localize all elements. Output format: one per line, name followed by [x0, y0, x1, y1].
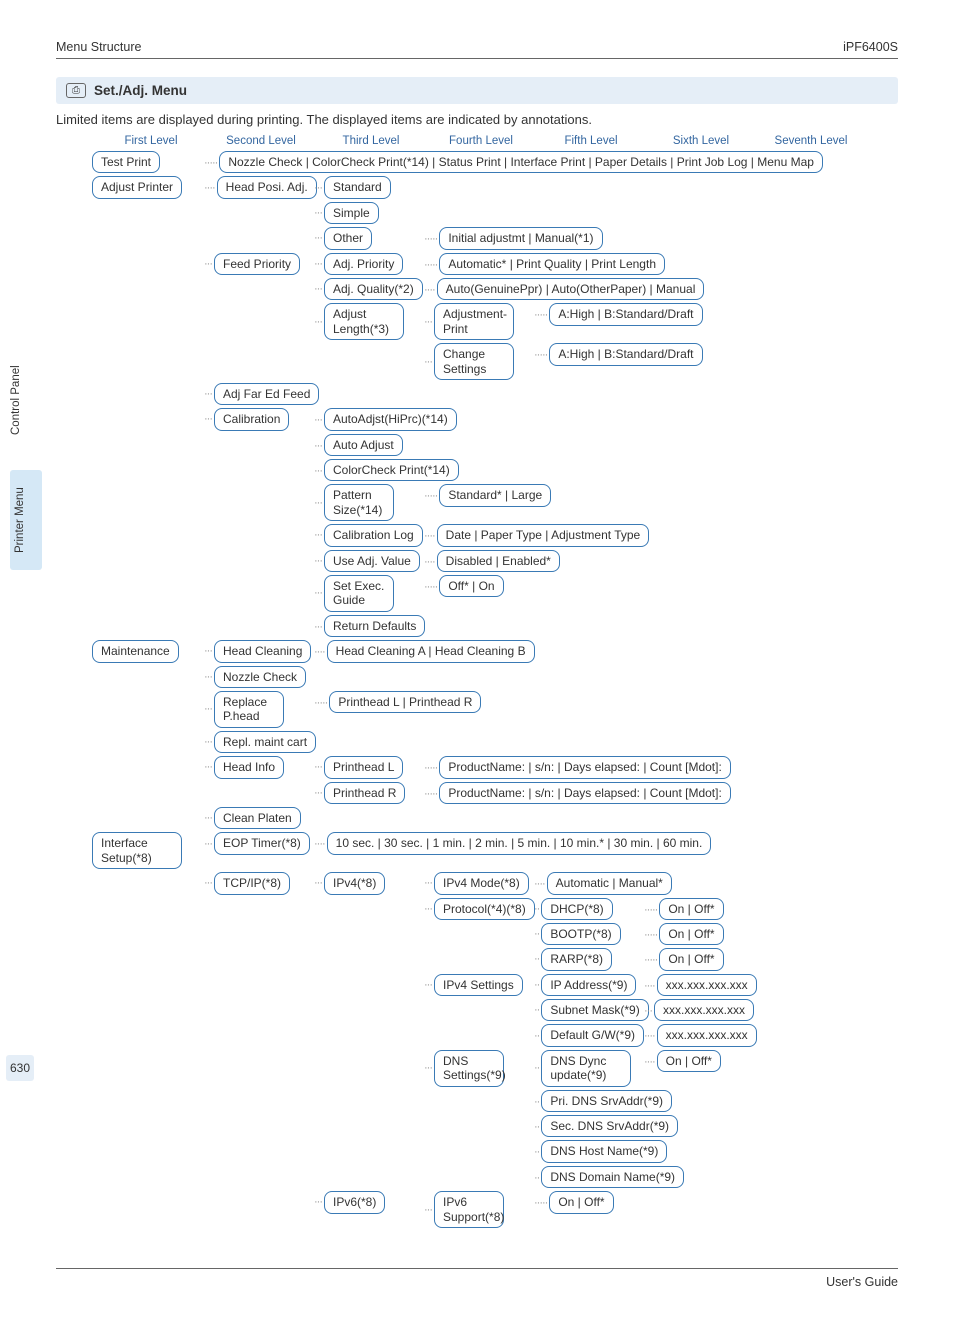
node-use-adj-v: Disabled | Enabled* — [437, 550, 560, 572]
node-calibration: Calibration — [214, 408, 289, 430]
node-adj-quality: Adj. Quality(*2) — [324, 278, 423, 300]
node-subnet: Subnet Mask(*9) — [541, 999, 648, 1021]
node-dns-dync-v: On | Off* — [657, 1050, 721, 1072]
node-rarp-v: On | Off* — [659, 948, 723, 970]
side-tab-control-panel[interactable]: Control Panel — [10, 350, 42, 450]
node-test-print: Test Print — [92, 151, 160, 173]
node-ip-address-v: xxx.xxx.xxx.xxx — [657, 974, 757, 996]
node-change-settings-v: A:High | B:Standard/Draft — [549, 343, 702, 365]
node-use-adj: Use Adj. Value — [324, 550, 420, 572]
node-pri-dns: Pri. DNS SrvAddr(*9) — [541, 1090, 672, 1112]
node-adjust-printer: Adjust Printer — [92, 176, 182, 198]
node-repl-maint-cart: Repl. maint cart — [214, 731, 316, 753]
node-rarp: RARP(*8) — [541, 948, 612, 970]
node-adjust-length: Adjust Length(*3) — [324, 303, 404, 340]
node-protocol: Protocol(*4)(*8) — [434, 898, 535, 920]
node-auto-adjust: Auto Adjust — [324, 434, 403, 456]
node-replace-phead-v: Printhead L | Printhead R — [329, 691, 481, 713]
footer-text: User's Guide — [826, 1275, 898, 1289]
page-header: Menu Structure iPF6400S — [56, 40, 898, 59]
node-dns-dync: DNS Dync update(*9) — [541, 1050, 631, 1087]
header-right: iPF6400S — [843, 40, 898, 54]
node-ipv6: IPv6(*8) — [324, 1191, 385, 1213]
level-7: Seventh Level — [756, 135, 866, 147]
node-test-print-children: Nozzle Check | ColorCheck Print(*14) | S… — [219, 151, 823, 173]
level-headers: First Level Second Level Third Level Fou… — [96, 135, 898, 147]
node-ipv4-mode-v: Automatic | Manual* — [547, 872, 672, 894]
level-6: Sixth Level — [646, 135, 756, 147]
node-adj-priority: Adj. Priority — [324, 253, 403, 275]
level-2: Second Level — [206, 135, 316, 147]
node-change-settings: Change Settings — [434, 343, 514, 380]
node-ip-address: IP Address(*9) — [541, 974, 636, 996]
node-set-exec-v: Off* | On — [439, 575, 503, 597]
node-ipv6-support: IPv6 Support(*8) — [434, 1191, 504, 1228]
node-gateway-v: xxx.xxx.xxx.xxx — [657, 1024, 757, 1046]
menu-tree: Test Print ·····Nozzle Check | ColorChec… — [92, 151, 898, 1228]
node-standard: Standard — [324, 176, 391, 198]
node-clean-platen: Clean Platen — [214, 807, 301, 829]
node-pattern-size: Pattern Size(*14) — [324, 484, 394, 521]
node-dns-settings: DNS Settings(*9) — [434, 1050, 504, 1087]
node-simple: Simple — [324, 202, 379, 224]
node-set-exec: Set Exec. Guide — [324, 575, 394, 612]
node-adj-quality-v: Auto(GenuinePpr) | Auto(OtherPaper) | Ma… — [437, 278, 705, 300]
node-maintenance: Maintenance — [92, 640, 179, 662]
node-bootp: BOOTP(*8) — [541, 923, 620, 945]
node-ipv4-settings: IPv4 Settings — [434, 974, 523, 996]
node-dns-domain: DNS Domain Name(*9) — [541, 1166, 684, 1188]
node-nozzle-check: Nozzle Check — [214, 666, 306, 688]
node-head-cleaning-v: Head Cleaning A | Head Cleaning B — [327, 640, 535, 662]
page-number: 630 — [6, 1055, 34, 1081]
node-bootp-v: On | Off* — [659, 923, 723, 945]
node-dhcp-v: On | Off* — [659, 898, 723, 920]
node-printhead-r-v: ProductName: | s/n: | Days elapsed: | Co… — [439, 782, 730, 804]
node-interface-setup: Interface Setup(*8) — [92, 832, 182, 869]
menu-icon: ⎙ — [66, 83, 86, 98]
section-title-bar: ⎙ Set./Adj. Menu — [56, 77, 898, 104]
node-adj-priority-v: Automatic* | Print Quality | Print Lengt… — [439, 253, 665, 275]
node-tcpip: TCP/IP(*8) — [214, 872, 290, 894]
side-tab-printer-menu[interactable]: Printer Menu — [10, 470, 42, 570]
node-printhead-r: Printhead R — [324, 782, 405, 804]
level-5: Fifth Level — [536, 135, 646, 147]
node-pattern-size-v: Standard* | Large — [439, 484, 551, 506]
node-head-posi: Head Posi. Adj. — [217, 176, 317, 198]
node-adjustment-print-v: A:High | B:Standard/Draft — [549, 303, 702, 325]
node-printhead-l-v: ProductName: | s/n: | Days elapsed: | Co… — [439, 756, 730, 778]
node-replace-phead: Replace P.head — [214, 691, 284, 728]
header-left: Menu Structure — [56, 40, 141, 54]
level-1: First Level — [96, 135, 206, 147]
node-cc-print: ColorCheck Print(*14) — [324, 459, 459, 481]
node-adj-far-ed: Adj Far Ed Feed — [214, 383, 319, 405]
node-head-cleaning: Head Cleaning — [214, 640, 311, 662]
node-adjustment-print: Adjustment-Print — [434, 303, 514, 340]
node-dns-host: DNS Host Name(*9) — [541, 1140, 667, 1162]
node-ipv6-support-v: On | Off* — [549, 1191, 613, 1213]
node-calib-log-v: Date | Paper Type | Adjustment Type — [437, 524, 650, 546]
node-eop-timer-v: 10 sec. | 30 sec. | 1 min. | 2 min. | 5 … — [327, 832, 712, 854]
node-eop-timer: EOP Timer(*8) — [214, 832, 310, 854]
node-other-l4: Initial adjustmt | Manual(*1) — [439, 227, 602, 249]
node-return-defaults: Return Defaults — [324, 615, 425, 637]
page-footer: User's Guide — [56, 1268, 898, 1289]
node-calib-log: Calibration Log — [324, 524, 423, 546]
side-tab-rail: Control Panel Printer Menu 630 — [0, 0, 44, 1319]
section-intro: Limited items are displayed during print… — [56, 112, 898, 127]
level-4: Fourth Level — [426, 135, 536, 147]
level-3: Third Level — [316, 135, 426, 147]
node-printhead-l: Printhead L — [324, 756, 403, 778]
node-ipv4: IPv4(*8) — [324, 872, 385, 894]
node-autoadj-hi: AutoAdjst(HiPrc)(*14) — [324, 408, 457, 430]
node-ipv4-mode: IPv4 Mode(*8) — [434, 872, 529, 894]
node-gateway: Default G/W(*9) — [541, 1024, 644, 1046]
node-subnet-v: xxx.xxx.xxx.xxx — [654, 999, 754, 1021]
node-sec-dns: Sec. DNS SrvAddr(*9) — [541, 1115, 678, 1137]
node-feed-priority: Feed Priority — [214, 253, 300, 275]
node-dhcp: DHCP(*8) — [541, 898, 612, 920]
node-head-info: Head Info — [214, 756, 284, 778]
section-title: Set./Adj. Menu — [94, 83, 187, 98]
node-other: Other — [324, 227, 372, 249]
